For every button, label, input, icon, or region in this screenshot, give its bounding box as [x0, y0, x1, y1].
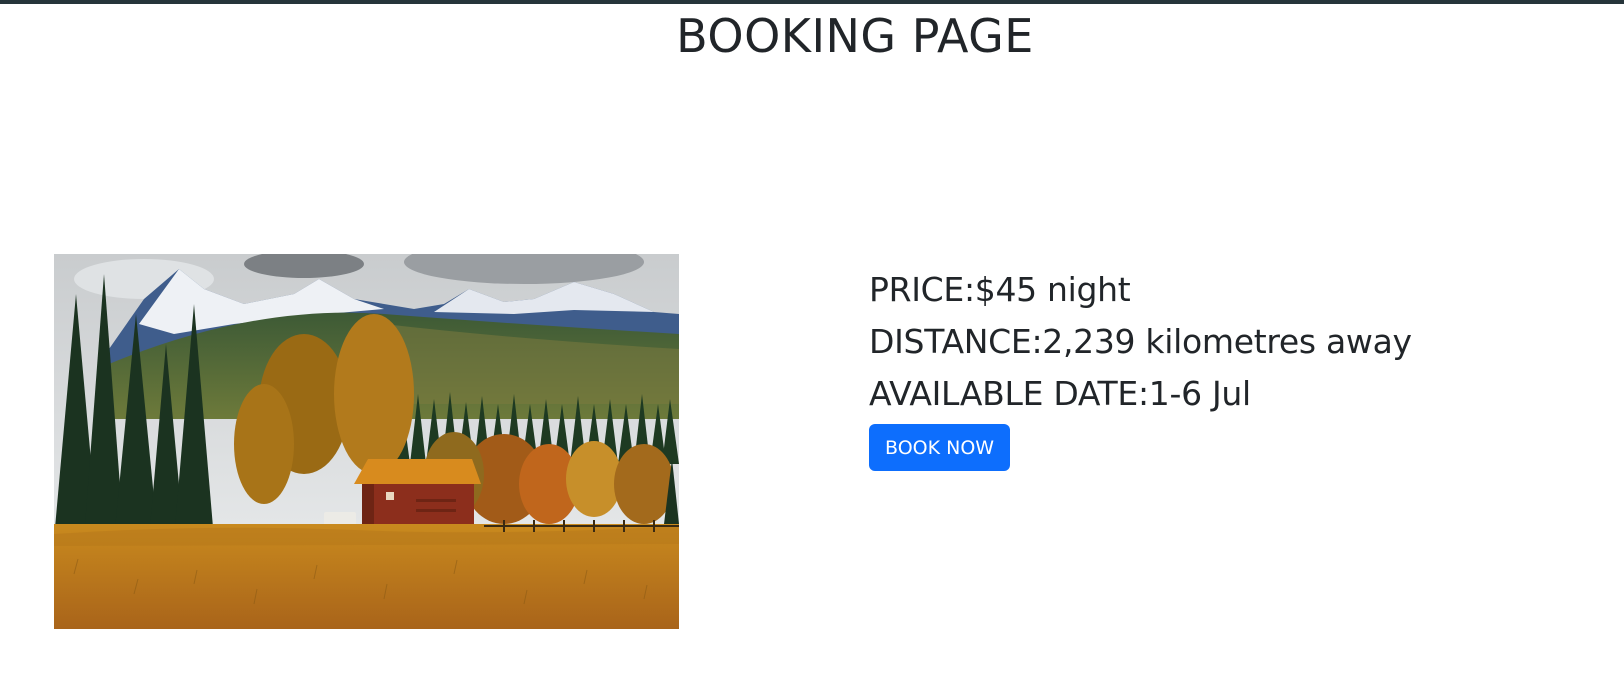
listing-details: PRICE:$45 night DISTANCE:2,239 kilometre… — [869, 264, 1412, 471]
listing-photo — [54, 254, 679, 629]
price-text: PRICE:$45 night — [869, 270, 1131, 309]
distance-text: DISTANCE:2,239 kilometres away — [869, 322, 1412, 361]
available-date-text: AVAILABLE DATE:1-6 Jul — [869, 374, 1251, 413]
top-bar — [0, 0, 1624, 4]
book-now-button[interactable]: BOOK NOW — [869, 424, 1011, 471]
page-title: BOOKING PAGE — [676, 9, 1034, 63]
